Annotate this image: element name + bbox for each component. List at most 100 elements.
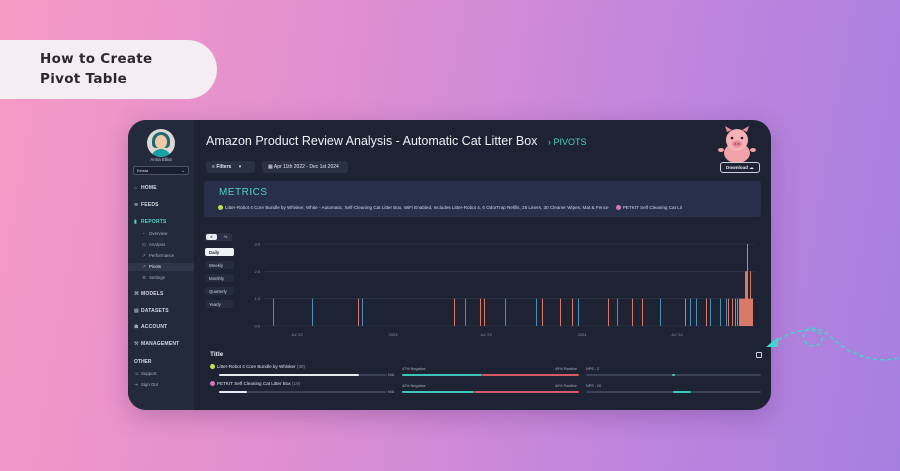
chart-bar bbox=[744, 298, 745, 326]
toggle-count[interactable]: # bbox=[206, 234, 217, 240]
negative-label: 47% Negative bbox=[402, 367, 426, 371]
chart-bar bbox=[735, 298, 736, 326]
freq-daily[interactable]: Daily bbox=[205, 248, 234, 256]
row-name: PETKIT Self Cleaning Cat Litter Box (19) bbox=[210, 381, 300, 386]
legend-item-1[interactable]: Litter-Robot 4 Core Bundle by Whisker, W… bbox=[225, 205, 609, 210]
title-banner: How to Create Pivot Table bbox=[0, 40, 217, 99]
nav-item-reports[interactable]: ▮ REPORTS bbox=[134, 219, 167, 225]
nps-label: NPS : 20 bbox=[586, 384, 602, 388]
nav-sub-performance[interactable]: ↗ Performance bbox=[142, 253, 174, 259]
metrics-title: METRICS bbox=[219, 187, 268, 198]
date-range-button[interactable]: ▦ Apr 11th 2022 - Dec 1st 2024 bbox=[262, 161, 348, 173]
chart-bar bbox=[743, 298, 744, 326]
nav-item-management[interactable]: ⚒ MANAGEMENT bbox=[134, 341, 179, 347]
models-icon: ⌘ bbox=[134, 291, 140, 297]
chart-bar bbox=[710, 298, 711, 326]
avatar[interactable] bbox=[147, 129, 175, 157]
y-tick-label: 2.0 bbox=[254, 269, 260, 274]
x-tick-label: Jul '23 bbox=[480, 332, 492, 337]
metrics-legend: Litter-Robot 4 Core Bundle by Whisker, W… bbox=[218, 205, 682, 210]
decorative-arrow-icon bbox=[766, 327, 899, 361]
chart-bar bbox=[720, 298, 721, 326]
negative-label: 42% Negative bbox=[402, 384, 426, 388]
nav-sub-analysis[interactable]: ⊡ Analysis bbox=[142, 242, 165, 248]
table-row[interactable]: PETKIT Self Cleaning Cat Litter Box (19)… bbox=[210, 381, 765, 401]
chart-bar bbox=[273, 298, 274, 326]
chart-bar bbox=[572, 298, 573, 326]
pivot-chart: 3.0 2.0 1.0 0.0 Jul '22 2023 Jul '23 2024 Jul '2… bbox=[240, 238, 765, 342]
chart-bar bbox=[685, 298, 686, 326]
chart-bar bbox=[746, 271, 747, 326]
filter-icon: ≡ bbox=[212, 164, 215, 170]
freq-yearly[interactable]: Yearly bbox=[205, 300, 234, 308]
chart-bar bbox=[480, 298, 481, 326]
y-tick-label: 3.0 bbox=[254, 242, 260, 247]
x-tick-label: Jul '24 bbox=[671, 332, 683, 337]
org-select[interactable]: Kinsta ⌄ bbox=[133, 166, 189, 175]
negative-bar bbox=[402, 374, 482, 376]
metrics-panel: METRICS Litter-Robot 4 Core Bundle by Wh… bbox=[204, 181, 761, 217]
nav-item-sign-out[interactable]: ⇥ Sign Out bbox=[134, 382, 158, 388]
count-percent-toggle[interactable]: # % bbox=[205, 233, 232, 241]
toggle-percent[interactable]: % bbox=[220, 234, 231, 240]
legend-item-2[interactable]: PETKIT Self Cleaning Cat Lit bbox=[623, 205, 682, 210]
breadcrumb[interactable]: › PIVOTS bbox=[548, 137, 587, 147]
chart-bar bbox=[706, 298, 707, 326]
nav-item-home[interactable]: ⌂ HOME bbox=[134, 185, 157, 191]
y-tick-label: 0.0 bbox=[254, 324, 260, 329]
legend-dot-green bbox=[218, 205, 223, 210]
banner-line-1: How to Create bbox=[40, 51, 153, 67]
cloud-download-icon: ☁ bbox=[749, 165, 754, 170]
chevron-down-icon: ▾ bbox=[238, 164, 242, 170]
sign-out-icon: ⇥ bbox=[134, 382, 138, 387]
settings-icon: ⚙ bbox=[142, 275, 146, 280]
download-button[interactable]: Download ☁ bbox=[720, 162, 760, 173]
chevron-down-icon: ⌄ bbox=[180, 168, 185, 174]
chart-bar bbox=[741, 298, 742, 326]
chart-svg: 3.0 2.0 1.0 0.0 Jul '22 2023 Jul '23 2024 Jul '2… bbox=[254, 242, 755, 337]
share-label: N/A bbox=[388, 390, 395, 394]
chart-bar bbox=[745, 271, 746, 326]
sidebar: Anna Elliot Kinsta ⌄ ⌂ HOME ≋ FEEDS ▮ REPOR… bbox=[128, 120, 194, 410]
home-icon: ⌂ bbox=[134, 185, 138, 191]
other-heading: OTHER bbox=[134, 359, 152, 365]
nav-sub-overview[interactable]: ◔ Overview bbox=[142, 231, 167, 236]
positive-label: 49% Positive bbox=[555, 367, 577, 371]
nav-sub-pivots[interactable]: ↗ Pivots bbox=[128, 263, 194, 271]
nps-bar bbox=[673, 391, 691, 393]
chart-bar bbox=[608, 298, 609, 326]
chart-bar bbox=[362, 298, 363, 326]
pig-mascot-icon bbox=[718, 126, 756, 163]
nav-item-account[interactable]: ☗ ACCOUNT bbox=[134, 324, 167, 330]
chart-bar bbox=[536, 298, 537, 326]
positive-bar bbox=[474, 391, 579, 393]
chart-bar bbox=[752, 298, 753, 326]
nav-item-support[interactable]: ☏ Support bbox=[134, 371, 156, 377]
freq-quarterly[interactable]: Quarterly bbox=[205, 287, 234, 295]
table-title: Title bbox=[210, 351, 224, 358]
nav-item-datasets[interactable]: ▤ DATASETS bbox=[134, 308, 169, 314]
freq-monthly[interactable]: Monthly bbox=[205, 274, 234, 282]
row-dot bbox=[210, 364, 215, 369]
negative-bar bbox=[402, 391, 474, 393]
nav-item-feeds[interactable]: ≋ FEEDS bbox=[134, 202, 159, 208]
overview-icon: ◔ bbox=[142, 231, 145, 236]
y-tick-label: 1.0 bbox=[254, 296, 260, 301]
chart-bar bbox=[726, 298, 727, 326]
share-bar bbox=[219, 374, 359, 376]
chart-bar bbox=[454, 298, 455, 326]
chart-bar bbox=[617, 298, 618, 326]
x-tick-label: Jul '22 bbox=[291, 332, 303, 337]
chart-bar bbox=[742, 298, 743, 326]
freq-weekly[interactable]: Weekly bbox=[205, 261, 234, 269]
legend-dot-pink bbox=[615, 205, 621, 210]
nps-label: NPS : 2 bbox=[586, 367, 600, 371]
nav-sub-settings[interactable]: ⚙ Settings bbox=[142, 275, 165, 281]
chart-bar bbox=[542, 298, 543, 326]
calendar-icon: ▦ bbox=[268, 164, 273, 170]
nav-item-models[interactable]: ⌘ MODELS bbox=[134, 291, 164, 297]
filters-button[interactable]: ≡ Filters ▾ bbox=[206, 161, 255, 173]
management-icon: ⚒ bbox=[134, 341, 139, 347]
reports-icon: ▮ bbox=[134, 219, 137, 225]
x-tick-label: 2024 bbox=[578, 332, 588, 337]
